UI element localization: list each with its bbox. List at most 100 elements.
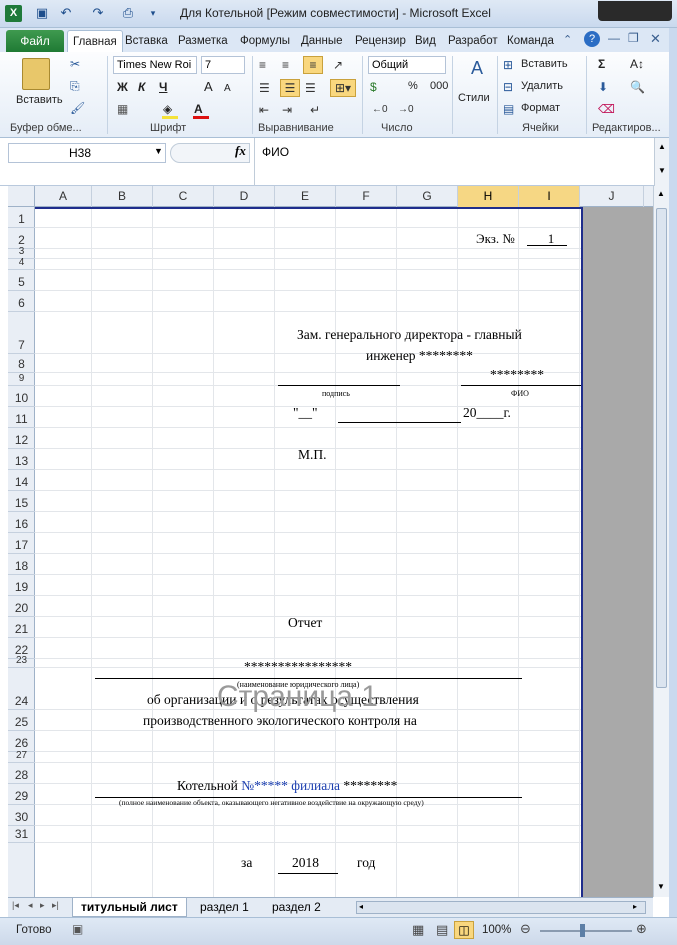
first-sheet-icon[interactable]: |◂ — [12, 900, 19, 911]
find-select-icon[interactable]: 🔍 — [630, 79, 645, 95]
worksheet-grid[interactable]: Экз. № 1 Зам. генерального директора - г… — [35, 207, 653, 897]
row-header-5[interactable]: 5 — [8, 270, 35, 291]
tab-4[interactable]: Данные — [296, 30, 348, 52]
row-header-31[interactable]: 31 — [8, 826, 35, 843]
column-header-f[interactable]: F — [336, 186, 397, 207]
fill-color-icon[interactable]: ◈ — [163, 101, 172, 117]
increase-decimal-icon[interactable]: ←0 — [372, 102, 388, 118]
help-icon[interactable]: ? — [584, 31, 600, 47]
styles-button[interactable]: Стили — [458, 92, 490, 104]
tab-3[interactable]: Формулы — [235, 30, 295, 52]
tab-5[interactable]: Рецензир — [350, 30, 411, 52]
row-header-19[interactable]: 19 — [8, 575, 35, 596]
row-header-9[interactable]: 9 — [8, 373, 35, 386]
next-sheet-icon[interactable]: ▸ — [40, 900, 45, 911]
align-left-icon[interactable]: ☰ — [259, 80, 270, 96]
row-header-6[interactable]: 6 — [8, 291, 35, 312]
tab-6[interactable]: Вид — [410, 30, 441, 52]
undo-icon[interactable]: ↶ — [58, 5, 74, 21]
row-header-14[interactable]: 14 — [8, 470, 35, 491]
name-box[interactable]: H38 — [8, 143, 166, 163]
row-header-4[interactable]: 4 — [8, 258, 35, 270]
column-header-e[interactable]: E — [275, 186, 336, 207]
sheet-tab-section2[interactable]: раздел 2 — [264, 898, 329, 917]
column-header-j[interactable]: J — [580, 186, 644, 207]
row-header-25[interactable]: 25 — [8, 710, 35, 731]
formula-collapse-icon[interactable]: ▲ — [658, 142, 666, 151]
column-header-c[interactable]: C — [153, 186, 214, 207]
formula-input[interactable]: ФИО — [254, 138, 653, 186]
percent-button[interactable]: % — [408, 80, 418, 92]
italic-button[interactable]: К — [138, 80, 145, 94]
page-layout-view-icon[interactable]: ▤ — [436, 922, 448, 938]
decrease-font-icon[interactable]: A — [224, 81, 231, 97]
delete-cells-icon[interactable]: ⊟ — [503, 79, 513, 95]
column-header-g[interactable]: G — [397, 186, 458, 207]
wrap-text-icon[interactable]: ↵ — [310, 102, 320, 118]
font-color-icon[interactable]: A — [194, 101, 203, 117]
format-cells-icon[interactable]: ▤ — [503, 101, 514, 117]
column-header-a[interactable]: A — [35, 186, 92, 207]
font-size-select[interactable]: 7 — [201, 56, 245, 74]
formula-expand-icon[interactable]: ▼ — [658, 166, 666, 175]
window-minimize-icon[interactable]: — — [608, 31, 620, 45]
last-sheet-icon[interactable]: ▸| — [52, 900, 59, 911]
align-right-icon[interactable]: ☰ — [305, 80, 316, 96]
row-header-21[interactable]: 21 — [8, 617, 35, 638]
borders-icon[interactable]: ▦ — [117, 101, 128, 117]
insert-cells-icon[interactable]: ⊞ — [503, 57, 513, 73]
row-header-28[interactable]: 28 — [8, 763, 35, 784]
zoom-slider[interactable] — [540, 930, 632, 932]
sheet-tab-section1[interactable]: раздел 1 — [192, 898, 257, 917]
scroll-up-icon[interactable]: ▲ — [657, 189, 665, 198]
customize-toolbar-icon[interactable]: ▾ — [145, 5, 161, 21]
tab-0[interactable]: Главная — [67, 30, 123, 52]
zoom-out-icon[interactable]: ⊖ — [520, 921, 531, 937]
copy-icon[interactable]: ⎘ — [70, 78, 80, 94]
column-header-d[interactable]: D — [214, 186, 275, 207]
sort-filter-icon[interactable]: A↕ — [630, 56, 644, 72]
cut-icon[interactable]: ✂ — [70, 56, 80, 72]
row-header-18[interactable]: 18 — [8, 554, 35, 575]
row-header-13[interactable]: 13 — [8, 449, 35, 470]
normal-view-icon[interactable]: ▦ — [412, 922, 424, 938]
select-all-button[interactable] — [8, 186, 35, 207]
name-box-dropdown-icon[interactable]: ▼ — [154, 146, 163, 156]
column-header-i[interactable]: I — [519, 186, 580, 207]
redo-icon[interactable]: ↷ — [90, 5, 106, 21]
row-header-27[interactable]: 27 — [8, 751, 35, 763]
currency-format-icon[interactable]: $ — [370, 79, 377, 95]
tab-8[interactable]: Команда — [502, 30, 559, 52]
bold-button[interactable]: Ж — [117, 80, 128, 94]
scroll-down-icon[interactable]: ▼ — [657, 882, 665, 891]
print-icon[interactable]: ⎙ — [120, 5, 136, 21]
align-top-icon[interactable]: ≡ — [259, 57, 266, 73]
insert-function-icon[interactable]: fx — [235, 143, 246, 159]
save-icon[interactable]: ▣ — [34, 5, 50, 21]
thousands-button[interactable]: 000 — [430, 80, 448, 92]
paste-button[interactable]: Вставить — [16, 94, 63, 106]
format-painter-icon[interactable]: 🖌 — [70, 100, 85, 116]
vertical-scrollbar[interactable]: ▲ ▼ — [653, 186, 669, 897]
row-header-29[interactable]: 29 — [8, 784, 35, 805]
minimize-ribbon-icon[interactable]: ⌃ — [563, 33, 572, 46]
align-center-icon[interactable]: ☰ — [280, 79, 300, 97]
tab-1[interactable]: Вставка — [120, 30, 173, 52]
decrease-decimal-icon[interactable]: →0 — [398, 102, 414, 118]
excel-logo-icon[interactable]: X — [5, 5, 22, 22]
paste-icon[interactable] — [22, 58, 50, 90]
zoom-slider-thumb[interactable] — [580, 924, 585, 937]
row-header-16[interactable]: 16 — [8, 512, 35, 533]
sheet-tab-title[interactable]: титульный лист — [72, 898, 187, 917]
prev-sheet-icon[interactable]: ◂ — [28, 900, 33, 911]
increase-indent-icon[interactable]: ⇥ — [282, 102, 292, 118]
row-header-23[interactable]: 23 — [8, 656, 35, 668]
horizontal-scrollbar[interactable]: ◂ ▸ — [356, 901, 646, 914]
number-format-select[interactable]: Общий — [368, 56, 446, 74]
row-header-17[interactable]: 17 — [8, 533, 35, 554]
window-close-icon[interactable]: ✕ — [650, 31, 661, 47]
zoom-level[interactable]: 100% — [482, 924, 511, 936]
page-break-view-icon[interactable]: ◫ — [454, 921, 474, 939]
row-header-1[interactable]: 1 — [8, 207, 35, 228]
row-header-10[interactable]: 10 — [8, 386, 35, 407]
